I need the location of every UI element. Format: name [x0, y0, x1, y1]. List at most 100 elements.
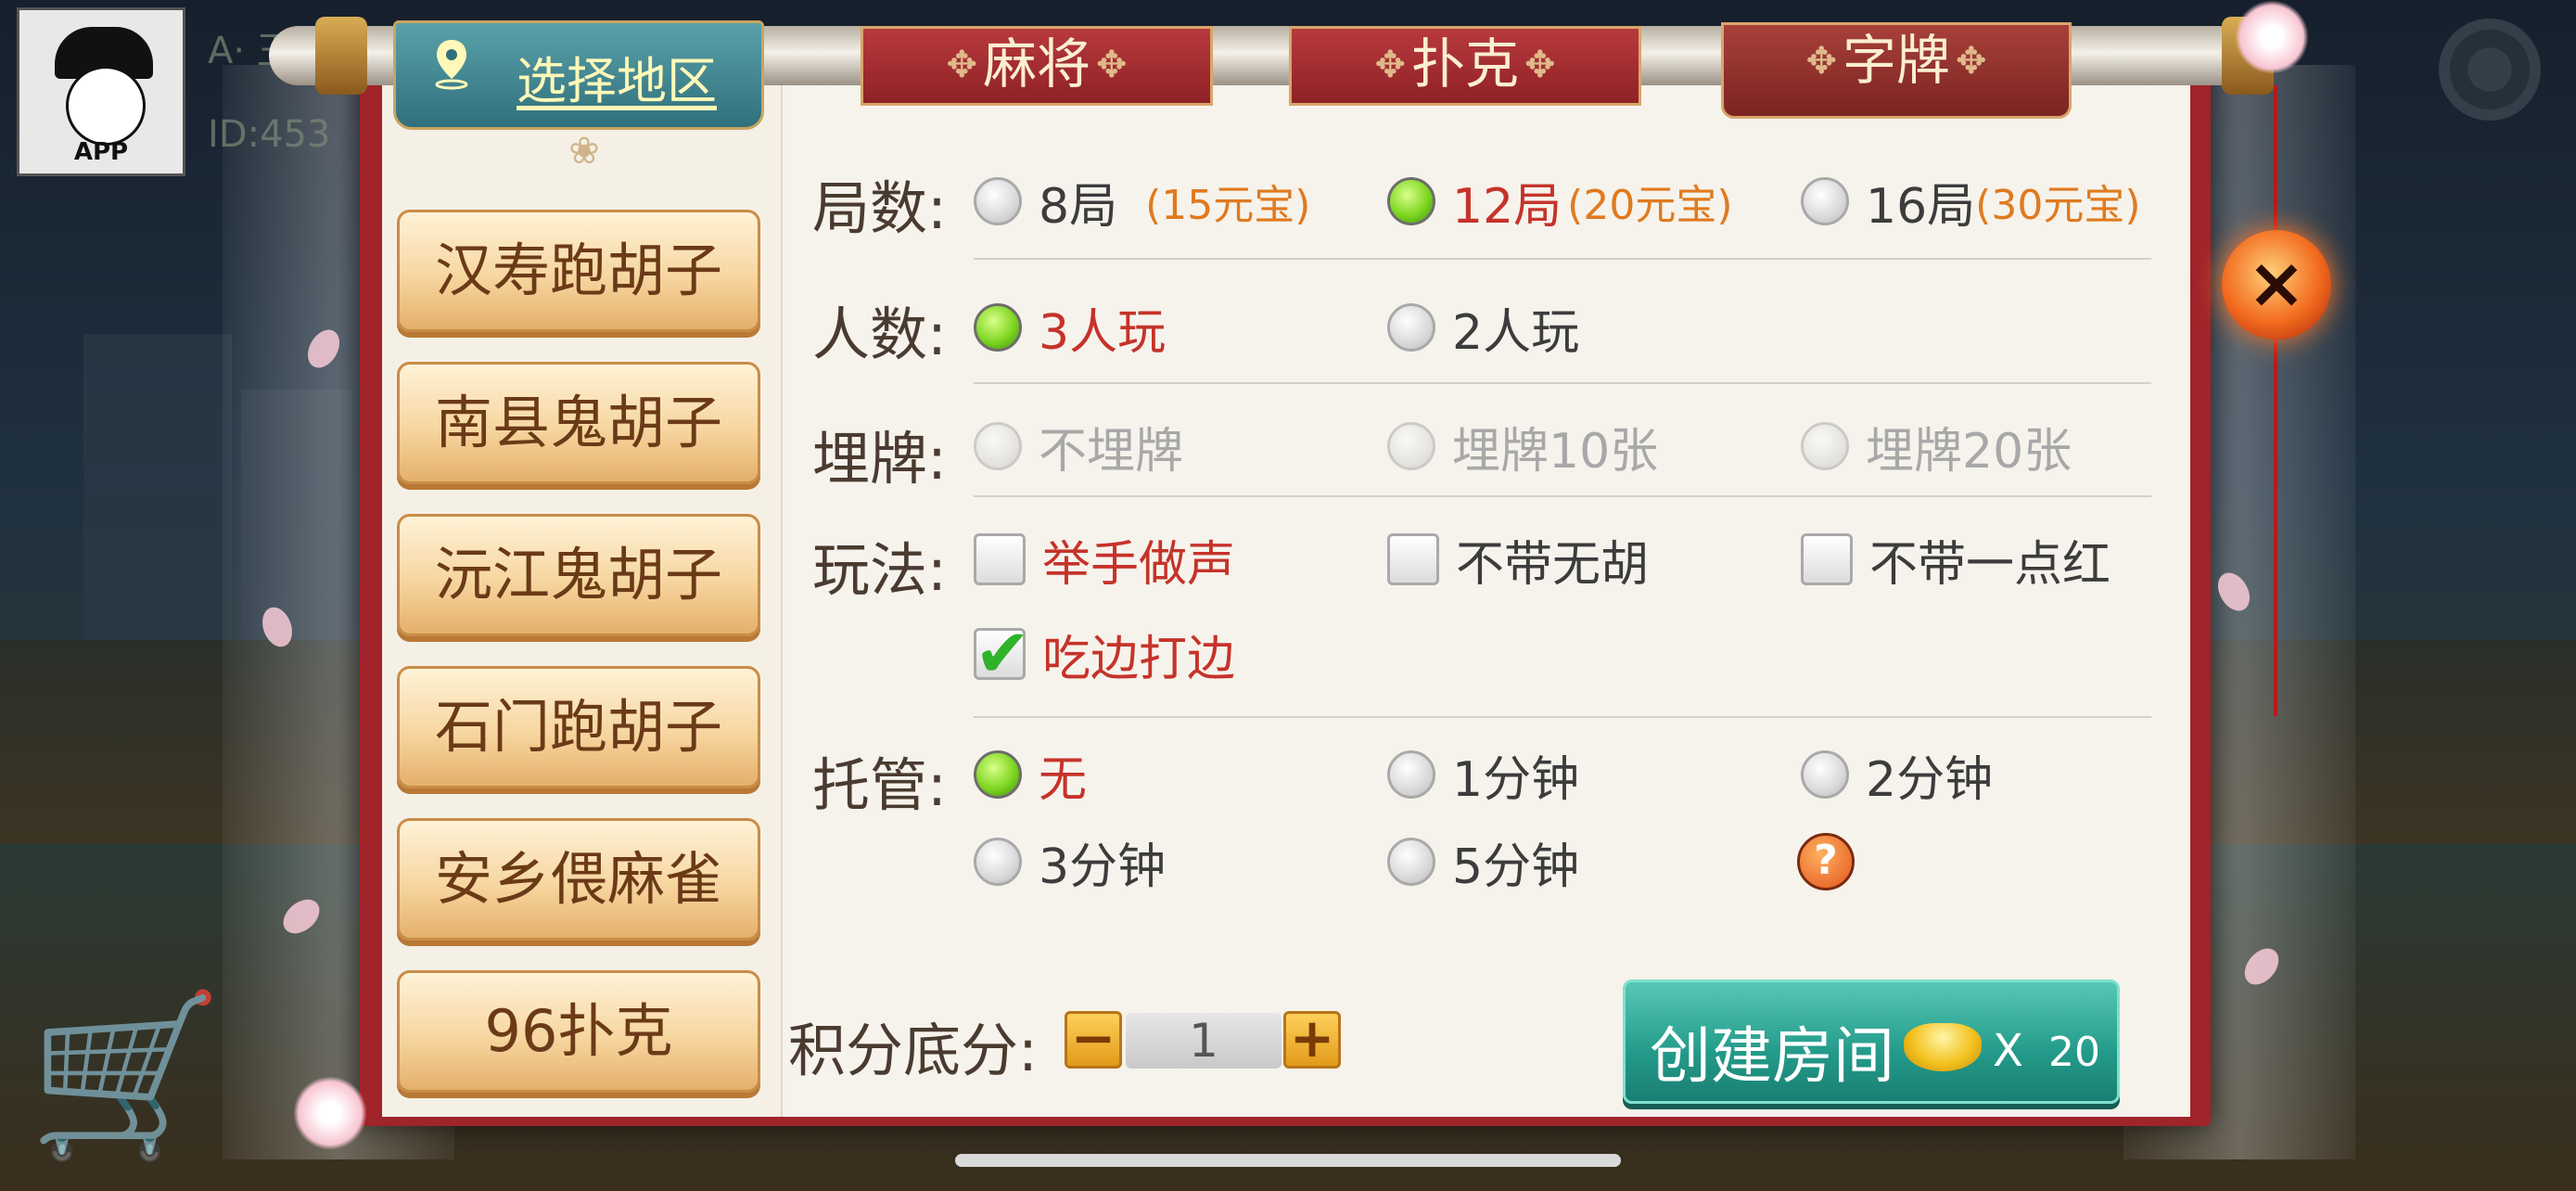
option-label: 16局 — [1866, 178, 1976, 235]
base-score-value[interactable]: 1 — [1126, 1013, 1282, 1069]
game-button[interactable]: 汉寿跑胡子 — [397, 210, 760, 332]
radio-button-disabled — [974, 422, 1022, 470]
bury-option-10: 埋牌10张 — [1387, 414, 1659, 480]
trustee-help[interactable]: ? — [1797, 829, 1855, 894]
ornament-icon: ❀ — [568, 130, 600, 173]
rule-option[interactable]: 举手做声 — [974, 527, 1236, 593]
trustee-option-3min[interactable]: 3分钟 — [974, 829, 1167, 895]
option-label: 1分钟 — [1452, 751, 1580, 808]
lantern-cord — [2274, 85, 2277, 716]
option-label: 无 — [1039, 751, 1088, 808]
option-cost: (20元宝) — [1567, 182, 1733, 229]
option-label: 吃边打边 — [1042, 631, 1236, 687]
rounds-label: 局数: — [812, 174, 947, 242]
settings-gear-icon[interactable] — [2439, 19, 2541, 121]
help-icon: ? — [1797, 833, 1855, 890]
option-label: 3分钟 — [1039, 839, 1167, 895]
game-button[interactable]: 石门跑胡子 — [397, 666, 760, 788]
base-score-label: 积分底分: — [788, 1017, 1038, 1084]
rounds-option-8[interactable]: 8局 (15元宝) — [974, 169, 1311, 235]
tab-zipai[interactable]: ✥ 字牌 ✥ — [1721, 22, 2072, 119]
bury-label: 埋牌: — [812, 425, 947, 493]
tab-poker[interactable]: ✥ 扑克 ✥ — [1289, 26, 1641, 106]
checkbox — [1801, 533, 1853, 585]
player-avatar[interactable]: APP — [17, 7, 185, 176]
ornament-icon: ✥ — [1805, 40, 1837, 83]
option-label: 不埋牌 — [1039, 423, 1184, 480]
blossom-icon — [2235, 0, 2309, 74]
gold-ingot-icon — [1904, 1023, 1982, 1071]
bury-option-none: 不埋牌 — [974, 414, 1184, 480]
trustee-option-1min[interactable]: 1分钟 — [1387, 742, 1580, 808]
option-label: 8局 — [1039, 178, 1118, 235]
tab-mahjong-label: 麻将 — [982, 32, 1090, 96]
create-room-label: 创建房间 — [1650, 1020, 1894, 1092]
radio-button — [1387, 303, 1435, 352]
option-label: 不带一点红 — [1869, 536, 2111, 593]
room-cost: 20 — [2048, 1029, 2100, 1076]
rule-option[interactable]: 不带无胡 — [1387, 527, 1650, 593]
option-cost: (30元宝) — [1975, 182, 2141, 229]
radio-button — [974, 838, 1022, 886]
checkbox-checked — [974, 614, 1030, 692]
radio-button-disabled — [1801, 422, 1849, 470]
option-cost: (15元宝) — [1145, 182, 1311, 229]
players-option-2[interactable]: 2人玩 — [1387, 295, 1579, 361]
ornament-icon: ✥ — [1956, 40, 1987, 83]
checkbox — [1387, 533, 1439, 585]
trustee-label: 托管: — [812, 751, 947, 819]
radio-button — [1387, 838, 1435, 886]
increment-button[interactable]: + — [1283, 1011, 1341, 1069]
tab-zipai-label: 字牌 — [1842, 29, 1950, 92]
option-label: 埋牌10张 — [1452, 423, 1659, 480]
region-select-label: 选择地区 — [516, 52, 717, 110]
game-button[interactable]: 沅江鬼胡子 — [397, 514, 760, 636]
option-label: 2分钟 — [1866, 751, 1994, 808]
option-label: 举手做声 — [1042, 536, 1236, 593]
avatar-brand: APP — [73, 138, 129, 166]
game-button[interactable]: 96扑克 — [397, 970, 760, 1093]
radio-button-selected — [974, 303, 1022, 352]
option-label: 5分钟 — [1452, 839, 1580, 895]
players-option-3[interactable]: 3人玩 — [974, 295, 1167, 361]
ornament-icon: ✥ — [946, 44, 977, 86]
shop-cart-icon[interactable]: 🛒 — [28, 983, 241, 1169]
option-label: 埋牌20张 — [1866, 423, 2072, 480]
trustee-option-5min[interactable]: 5分钟 — [1387, 829, 1580, 895]
close-button[interactable]: × — [2222, 230, 2331, 339]
rules-label: 玩法: — [812, 536, 947, 604]
divider — [974, 258, 2151, 260]
tab-mahjong[interactable]: ✥ 麻将 ✥ — [861, 26, 1213, 106]
radio-button-selected — [974, 750, 1022, 799]
rounds-option-12[interactable]: 12局 (20元宝) — [1387, 169, 1733, 235]
divider — [974, 382, 2151, 384]
radio-button — [974, 177, 1022, 225]
rule-option[interactable]: 不带一点红 — [1801, 527, 2111, 593]
tab-poker-label: 扑克 — [1410, 32, 1519, 96]
home-indicator[interactable] — [955, 1154, 1621, 1167]
divider — [974, 716, 2151, 718]
rounds-option-16[interactable]: 16局 (30元宝) — [1801, 169, 2141, 235]
rule-option[interactable]: 吃边打边 — [974, 614, 1236, 692]
option-label: 12局 — [1452, 178, 1562, 235]
location-pin-icon — [435, 40, 468, 90]
game-button[interactable]: 安乡偎麻雀 — [397, 818, 760, 941]
create-room-button[interactable]: 创建房间 X 20 — [1623, 980, 2120, 1104]
option-label: 不带无胡 — [1456, 536, 1650, 593]
divider — [974, 495, 2151, 497]
radio-button-disabled — [1387, 422, 1435, 470]
checkbox — [974, 533, 1026, 585]
multiply-sign: X — [1993, 1025, 2023, 1077]
trustee-option-none[interactable]: 无 — [974, 742, 1088, 808]
region-select-tab[interactable]: 选择地区 — [393, 20, 764, 130]
option-label: 3人玩 — [1039, 304, 1167, 361]
radio-button — [1801, 750, 1849, 799]
radio-button-selected — [1387, 177, 1435, 225]
decrement-button[interactable]: − — [1065, 1011, 1122, 1069]
players-label: 人数: — [812, 301, 947, 368]
game-button[interactable]: 南县鬼胡子 — [397, 362, 760, 484]
radio-button — [1801, 177, 1849, 225]
blossom-icon — [293, 1076, 367, 1150]
trustee-option-2min[interactable]: 2分钟 — [1801, 742, 1994, 808]
bury-option-20: 埋牌20张 — [1801, 414, 2072, 480]
